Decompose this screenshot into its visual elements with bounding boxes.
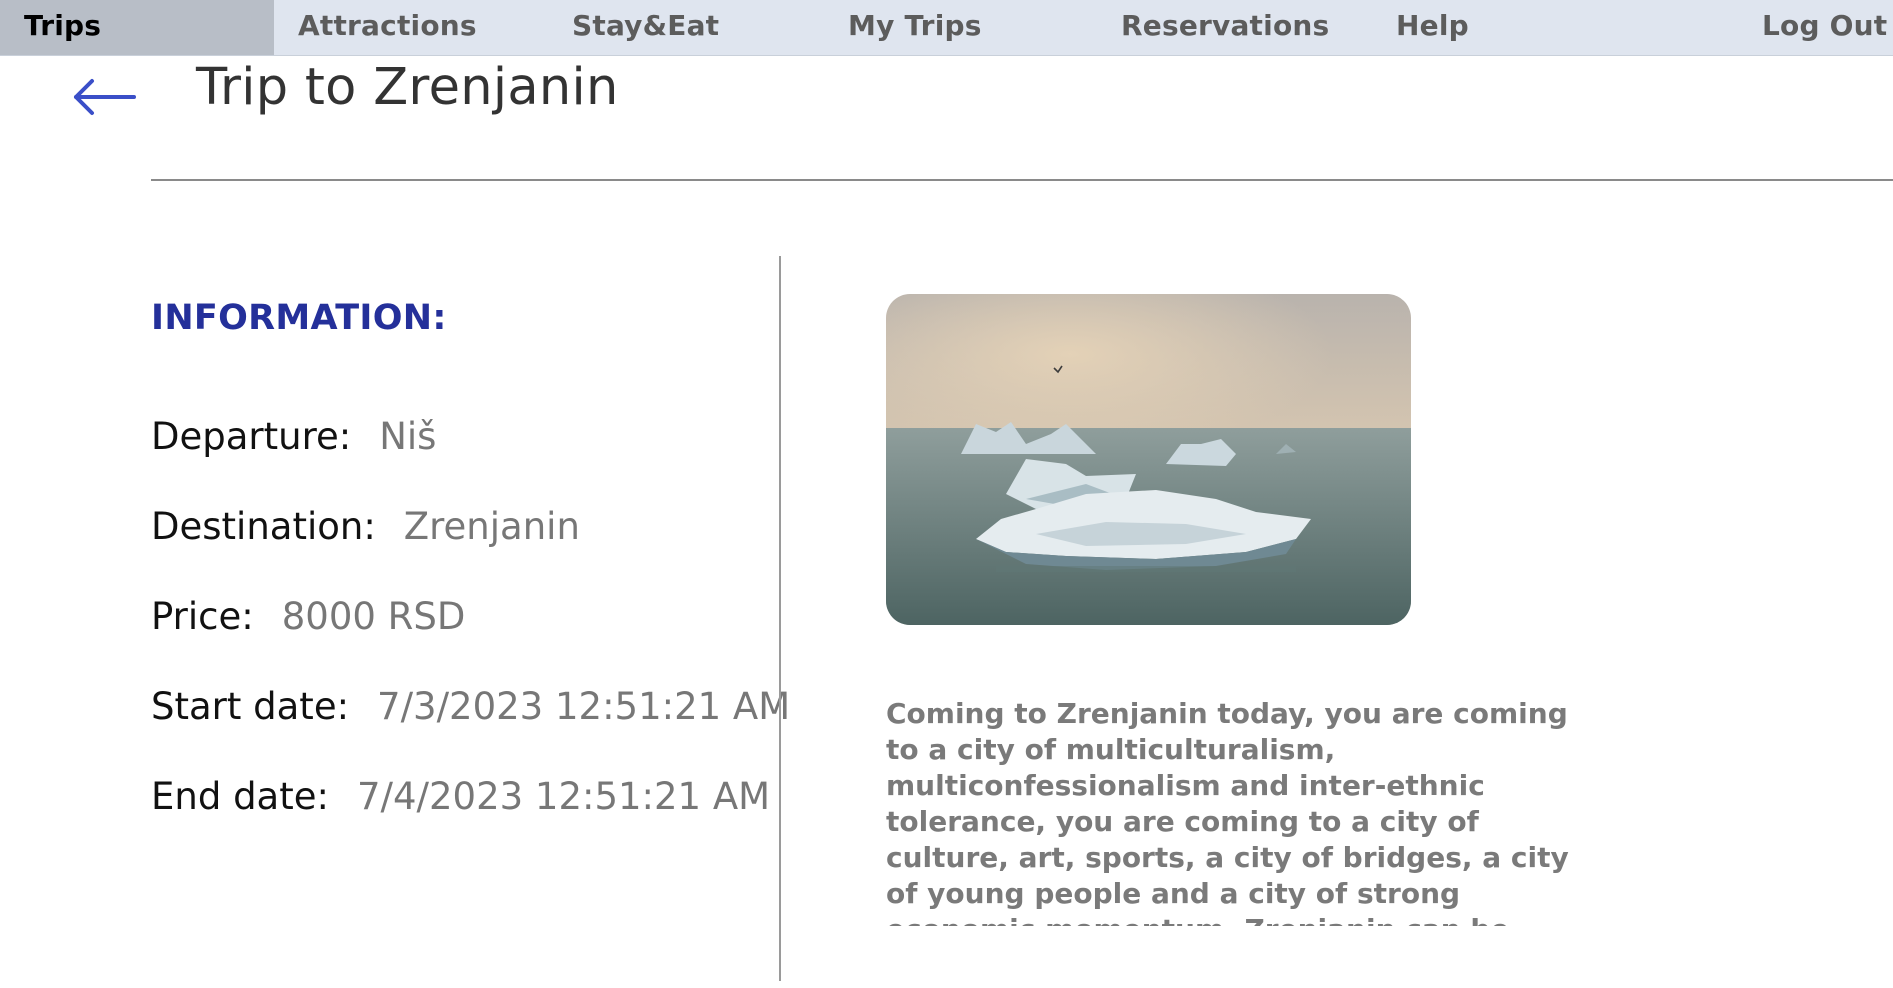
price-value: 8000 RSD	[281, 595, 466, 638]
destination-label: Destination:	[151, 505, 376, 548]
info-row-start-date: Start date: 7/3/2023 12:51:21 AM	[151, 685, 790, 728]
header-divider	[151, 179, 1893, 181]
info-row-destination: Destination: Zrenjanin	[151, 505, 580, 548]
top-navigation: Trips Attractions Stay&Eat My Trips Rese…	[0, 0, 1893, 56]
price-label: Price:	[151, 595, 254, 638]
end-date-label: End date:	[151, 775, 329, 818]
info-row-end-date: End date: 7/4/2023 12:51:21 AM	[151, 775, 770, 818]
nav-item-help[interactable]: Help	[1396, 0, 1469, 55]
back-button[interactable]	[70, 72, 140, 122]
iceberg-photo	[886, 294, 1411, 625]
nav-item-reservations[interactable]: Reservations	[1121, 0, 1329, 55]
nav-item-trips[interactable]: Trips	[0, 0, 274, 55]
info-row-departure: Departure: Niš	[151, 415, 436, 458]
trip-photo	[886, 294, 1411, 625]
departure-value: Niš	[379, 415, 437, 458]
end-date-value: 7/4/2023 12:51:21 AM	[356, 775, 771, 818]
destination-value: Zrenjanin	[403, 505, 580, 548]
column-divider	[779, 256, 781, 981]
information-heading: INFORMATION:	[151, 298, 447, 338]
logout-button[interactable]: Log Out	[1762, 0, 1887, 55]
departure-label: Departure:	[151, 415, 352, 458]
trip-description: Coming to Zrenjanin today, you are comin…	[886, 697, 1569, 926]
arrow-left-icon	[74, 79, 136, 115]
start-date-label: Start date:	[151, 685, 350, 728]
info-row-price: Price: 8000 RSD	[151, 595, 465, 638]
nav-item-my-trips[interactable]: My Trips	[848, 0, 982, 55]
start-date-value: 7/3/2023 12:51:21 AM	[377, 685, 791, 728]
page-title: Trip to Zrenjanin	[196, 58, 619, 117]
nav-item-attractions[interactable]: Attractions	[298, 0, 477, 55]
nav-item-stay-eat[interactable]: Stay&Eat	[572, 0, 719, 55]
